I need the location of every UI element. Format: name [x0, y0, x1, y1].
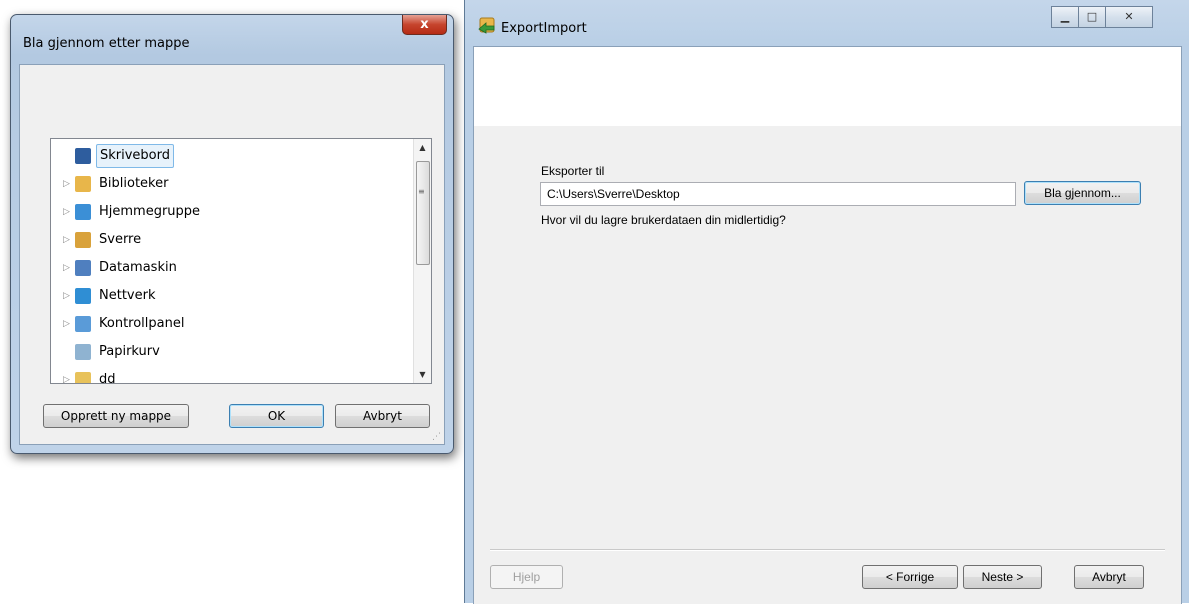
close-icon[interactable]: x	[402, 15, 447, 35]
close-icon[interactable]: ✕	[1105, 6, 1153, 28]
scroll-up-icon[interactable]: ▲	[414, 139, 431, 156]
tree-item-label: Biblioteker	[99, 176, 169, 191]
network-icon	[75, 288, 91, 304]
app-icon	[478, 17, 495, 34]
tree-item[interactable]: ▷ dd	[51, 367, 411, 384]
export-import-window: ExportImport ▁ □ ✕ Eksporter til C:\User…	[464, 0, 1189, 604]
help-button: Hjelp	[490, 565, 563, 589]
export-path-input[interactable]: C:\Users\Sverre\Desktop	[540, 182, 1016, 206]
user-folder-icon	[75, 232, 91, 248]
tree-item[interactable]: ▷ Sverre	[51, 227, 411, 253]
minimize-icon[interactable]: ▁	[1051, 6, 1079, 28]
back-button[interactable]: < Forrige	[862, 565, 958, 589]
tree-item-label: Skrivebord	[96, 144, 175, 168]
tree-item[interactable]: ▷ Biblioteker	[51, 171, 411, 197]
footer-divider	[490, 549, 1165, 551]
tree-item[interactable]: Skrivebord	[51, 143, 411, 169]
recycle-bin-icon	[75, 344, 91, 360]
libraries-icon	[75, 176, 91, 192]
new-folder-button[interactable]: Opprett ny mappe	[43, 404, 189, 428]
expand-arrow-icon[interactable]: ▷	[63, 255, 73, 281]
dialog-title: Bla gjennom etter mappe	[23, 36, 190, 51]
tree-item-label: Nettverk	[99, 288, 156, 303]
control-panel-icon	[75, 316, 91, 332]
tree-item-label: Papirkurv	[99, 344, 160, 359]
computer-icon	[75, 260, 91, 276]
help-button-label: Hjelp	[512, 570, 541, 584]
tree-item[interactable]: Papirkurv	[51, 339, 411, 365]
tree-scrollbar[interactable]: ▲ ≡ ▼	[413, 139, 431, 383]
tree-item-label: Datamaskin	[99, 260, 177, 275]
scroll-down-icon[interactable]: ▼	[414, 366, 431, 383]
expand-arrow-icon[interactable]: ▷	[63, 227, 73, 253]
tree-item[interactable]: ▷ Hjemmegruppe	[51, 199, 411, 225]
resize-grip-icon[interactable]: ⋰	[432, 432, 441, 442]
browse-button[interactable]: Bla gjennom...	[1024, 181, 1141, 205]
tree-item[interactable]: ▷ Nettverk	[51, 283, 411, 309]
next-button[interactable]: Neste >	[963, 565, 1042, 589]
expand-arrow-icon[interactable]: ▷	[63, 367, 73, 383]
homegroup-icon	[75, 204, 91, 220]
wizard-cancel-button[interactable]: Avbryt	[1074, 565, 1144, 589]
folder-icon	[75, 372, 91, 383]
maximize-icon[interactable]: □	[1078, 6, 1106, 28]
tree-item[interactable]: ▷ Kontrollpanel	[51, 311, 411, 337]
scroll-grip-icon: ≡	[418, 187, 425, 196]
export-to-label: Eksporter til	[541, 164, 605, 178]
tree-item-label: dd	[99, 372, 116, 384]
tree-item-label: Hjemmegruppe	[99, 204, 201, 219]
desktop-icon	[75, 148, 91, 164]
expand-arrow-icon[interactable]: ▷	[63, 283, 73, 309]
window-title: ExportImport	[501, 21, 587, 36]
wizard-client-area: Eksporter til C:\Users\Sverre\Desktop Bl…	[473, 46, 1182, 604]
expand-arrow-icon[interactable]: ▷	[63, 199, 73, 225]
wizard-header-panel	[474, 47, 1181, 126]
expand-arrow-icon[interactable]: ▷	[63, 171, 73, 197]
storage-question-text: Hvor vil du lagre brukerdataen din midle…	[541, 213, 786, 227]
browse-folder-dialog: Bla gjennom etter mappe x ▷ dd Papirkurv ▷ K…	[10, 14, 454, 454]
scroll-thumb[interactable]	[416, 161, 430, 265]
expand-arrow-icon[interactable]: ▷	[63, 311, 73, 337]
cancel-button[interactable]: Avbryt	[335, 404, 430, 428]
folder-tree[interactable]: ▷ dd Papirkurv ▷ Kontrollpanel ▷ Nettverk ▷ Data…	[50, 138, 432, 384]
tree-item-label: Sverre	[99, 232, 142, 247]
dialog-client-area: ▷ dd Papirkurv ▷ Kontrollpanel ▷ Nettverk ▷ Data…	[19, 64, 445, 445]
tree-item[interactable]: ▷ Datamaskin	[51, 255, 411, 281]
tree-item-label: Kontrollpanel	[99, 316, 185, 331]
ok-button[interactable]: OK	[229, 404, 324, 428]
